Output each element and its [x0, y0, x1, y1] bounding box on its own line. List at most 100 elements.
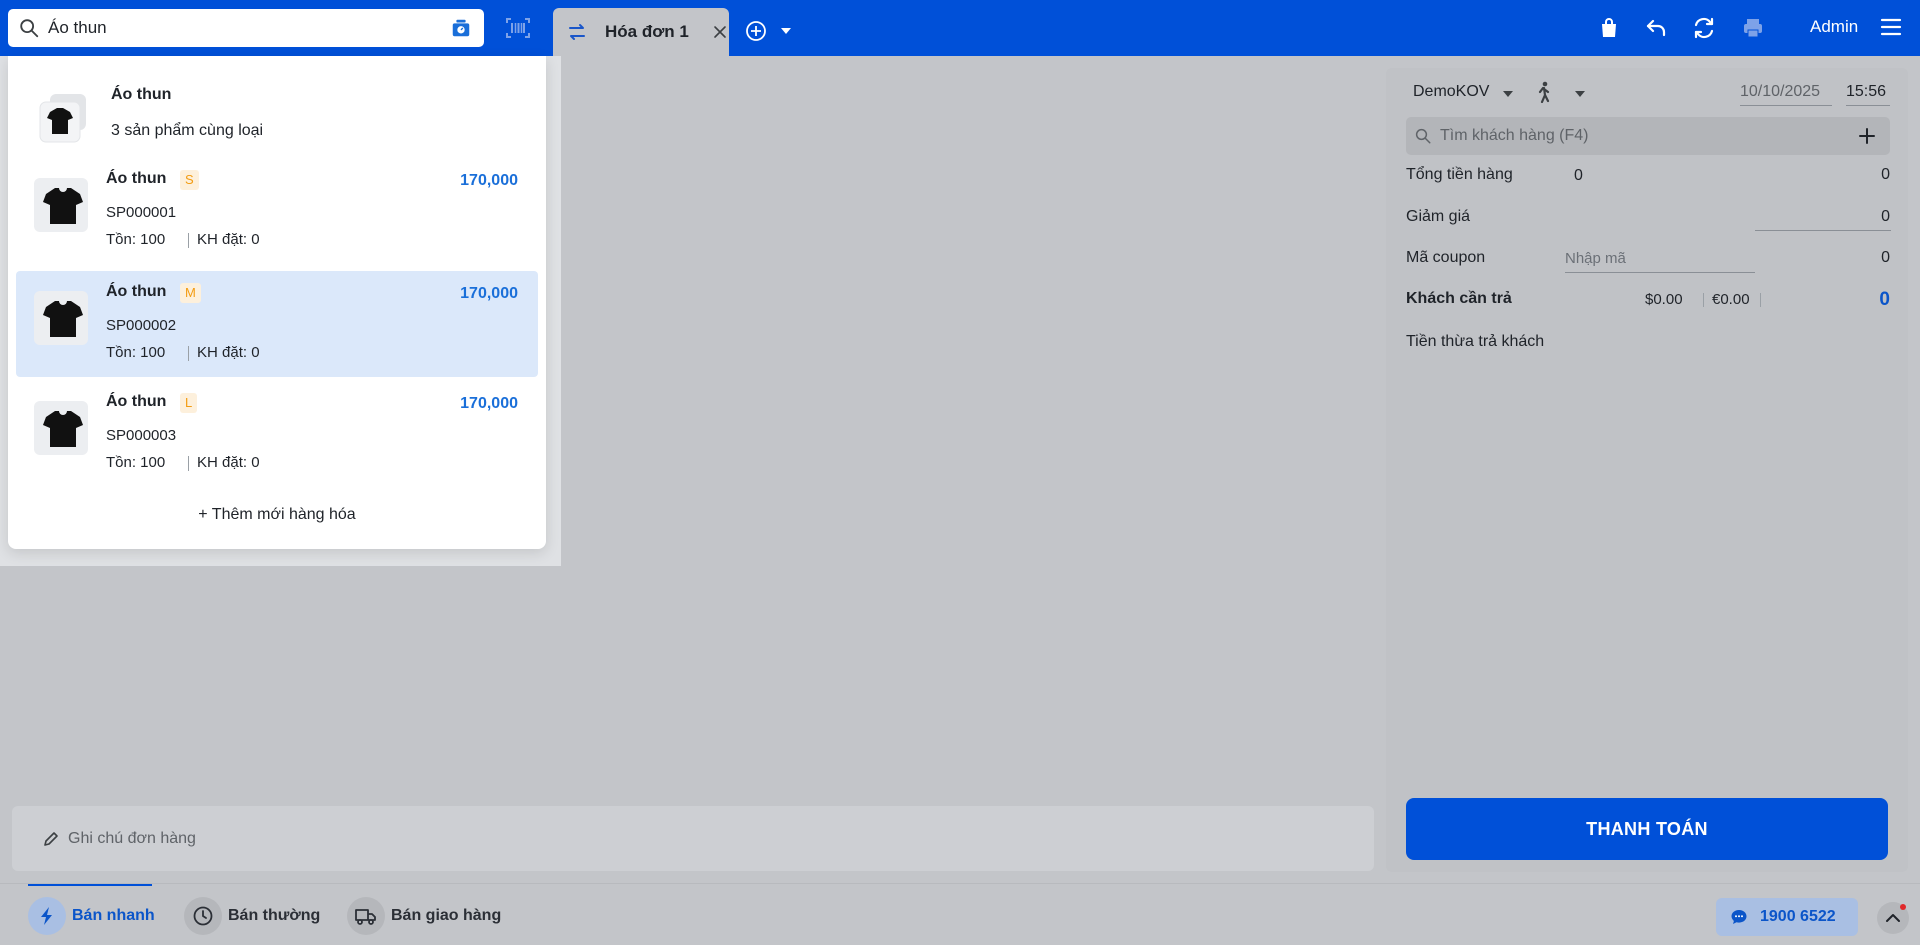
product-price: 170,000	[460, 395, 518, 412]
seller-select[interactable]: DemoKOV	[1413, 83, 1489, 101]
return-icon[interactable]	[1644, 16, 1668, 40]
product-ordered: KH đặt: 0	[197, 231, 260, 248]
coupon-underline	[1565, 272, 1755, 273]
order-date[interactable]: 10/10/2025	[1740, 83, 1820, 101]
size-badge: M	[180, 283, 201, 303]
add-tab-icon[interactable]	[745, 20, 767, 42]
divider	[188, 456, 189, 471]
chevron-up-icon	[1886, 914, 1900, 922]
product-group-item[interactable]: Áo thun 3 sản phẩm cùng loại	[8, 78, 546, 148]
date-underline	[1740, 105, 1832, 106]
customer-search-input[interactable]	[1432, 127, 1858, 145]
tshirt-icon	[43, 411, 83, 447]
notification-dot	[1900, 904, 1906, 910]
bolt-icon	[28, 897, 66, 935]
coupon-input[interactable]: Nhập mã	[1565, 250, 1626, 267]
coupon-label: Mã coupon	[1406, 249, 1486, 266]
total-goods-value: 0	[1881, 166, 1890, 183]
mode-normal-sale[interactable]: Bán thường	[184, 896, 320, 936]
mode-label: Bán giao hàng	[391, 907, 502, 924]
clock-icon	[184, 897, 222, 935]
product-name: Áo thun	[106, 283, 167, 300]
close-icon[interactable]	[713, 25, 727, 39]
discount-underline	[1755, 230, 1891, 231]
product-name: Áo thun	[106, 393, 167, 410]
swap-icon[interactable]	[567, 22, 587, 42]
scale-icon[interactable]	[450, 17, 472, 39]
order-time[interactable]: 15:56	[1846, 83, 1886, 101]
product-name: Áo thun	[106, 170, 167, 187]
order-summary-panel: DemoKOV 10/10/2025 15:56 Tổng tiền hàng …	[1386, 68, 1908, 872]
add-customer-icon[interactable]	[1858, 127, 1876, 145]
chevron-down-icon[interactable]	[780, 27, 792, 35]
barcode-scan-icon[interactable]	[505, 16, 531, 40]
discount-label: Giảm giá	[1406, 208, 1471, 225]
coupon-value: 0	[1881, 249, 1890, 266]
product-ordered: KH đặt: 0	[197, 454, 260, 471]
product-search-box[interactable]	[8, 9, 484, 47]
hotline-number: 1900 6522	[1760, 908, 1836, 925]
divider	[1760, 293, 1761, 307]
product-item[interactable]: Áo thun M 170,000 SP000002 Tồn: 100 KH đ…	[16, 271, 538, 377]
walking-person-icon[interactable]	[1534, 81, 1554, 103]
chat-icon	[1731, 910, 1747, 924]
mode-label: Bán thường	[228, 907, 321, 924]
total-goods-label: Tổng tiền hàng	[1406, 166, 1513, 183]
product-search-results: Áo thun 3 sản phẩm cùng loại Áo thun S 1…	[8, 56, 546, 549]
divider	[188, 346, 189, 361]
product-stock: Tồn: 100	[106, 231, 166, 248]
product-item[interactable]: Áo thun L 170,000 SP000003 Tồn: 100 KH đ…	[16, 381, 538, 487]
mode-label: Bán nhanh	[72, 907, 155, 924]
search-icon	[20, 19, 39, 38]
divider	[188, 233, 189, 248]
expand-button[interactable]	[1877, 902, 1909, 934]
top-bar: Hóa đơn 1 Admin	[0, 0, 1920, 56]
add-new-product-link[interactable]: + Thêm mới hàng hóa	[8, 506, 546, 524]
customer-search-box[interactable]	[1406, 117, 1890, 155]
product-price: 170,000	[460, 172, 518, 189]
product-thumbnail	[34, 291, 88, 345]
product-item[interactable]: Áo thun S 170,000 SP000001 Tồn: 100 KH đ…	[16, 158, 538, 264]
user-name[interactable]: Admin	[1810, 17, 1858, 37]
product-sku: SP000002	[106, 317, 177, 334]
discount-value[interactable]: 0	[1881, 208, 1890, 226]
product-sku: SP000003	[106, 427, 177, 444]
chevron-down-icon[interactable]	[1574, 90, 1586, 98]
tshirt-group-thumbnail	[39, 94, 86, 143]
pencil-icon	[44, 831, 58, 846]
customer-pay-label: Khách cần trả	[1406, 290, 1512, 307]
customer-pay-value: 0	[1879, 289, 1890, 310]
size-badge: L	[180, 393, 198, 413]
hotline-button[interactable]: 1900 6522	[1716, 898, 1858, 936]
product-stock: Tồn: 100	[106, 454, 166, 471]
chevron-down-icon[interactable]	[1502, 90, 1514, 98]
shopping-bag-icon[interactable]	[1597, 16, 1621, 40]
active-mode-indicator	[28, 884, 152, 886]
tab-invoice-1[interactable]: Hóa đơn 1	[553, 8, 729, 56]
product-stock: Tồn: 100	[106, 344, 166, 361]
total-quantity: 0	[1574, 167, 1583, 184]
product-thumbnail	[34, 401, 88, 455]
usd-amount: $0.00	[1645, 291, 1683, 308]
product-price: 170,000	[460, 285, 518, 302]
tab-label: Hóa đơn 1	[605, 22, 689, 41]
tshirt-icon	[43, 301, 83, 337]
hamburger-menu-icon[interactable]	[1880, 17, 1902, 37]
payment-button[interactable]: THANH TOÁN	[1406, 798, 1888, 860]
tshirt-icon	[43, 188, 83, 224]
order-note-input[interactable]	[60, 829, 1374, 848]
order-note-bar[interactable]	[12, 806, 1374, 871]
printer-icon[interactable]	[1741, 16, 1765, 40]
exchange-icon[interactable]	[1692, 16, 1716, 40]
product-thumbnail	[34, 178, 88, 232]
product-search-input[interactable]	[40, 9, 450, 47]
divider	[1703, 293, 1704, 307]
mode-quick-sale[interactable]: Bán nhanh	[28, 896, 155, 936]
product-group-name: Áo thun	[111, 86, 172, 103]
truck-icon	[347, 897, 385, 935]
product-sku: SP000001	[106, 204, 177, 221]
eur-amount: €0.00	[1712, 291, 1750, 308]
change-label: Tiền thừa trả khách	[1406, 333, 1545, 350]
search-icon	[1415, 128, 1431, 144]
mode-delivery-sale[interactable]: Bán giao hàng	[347, 896, 501, 936]
